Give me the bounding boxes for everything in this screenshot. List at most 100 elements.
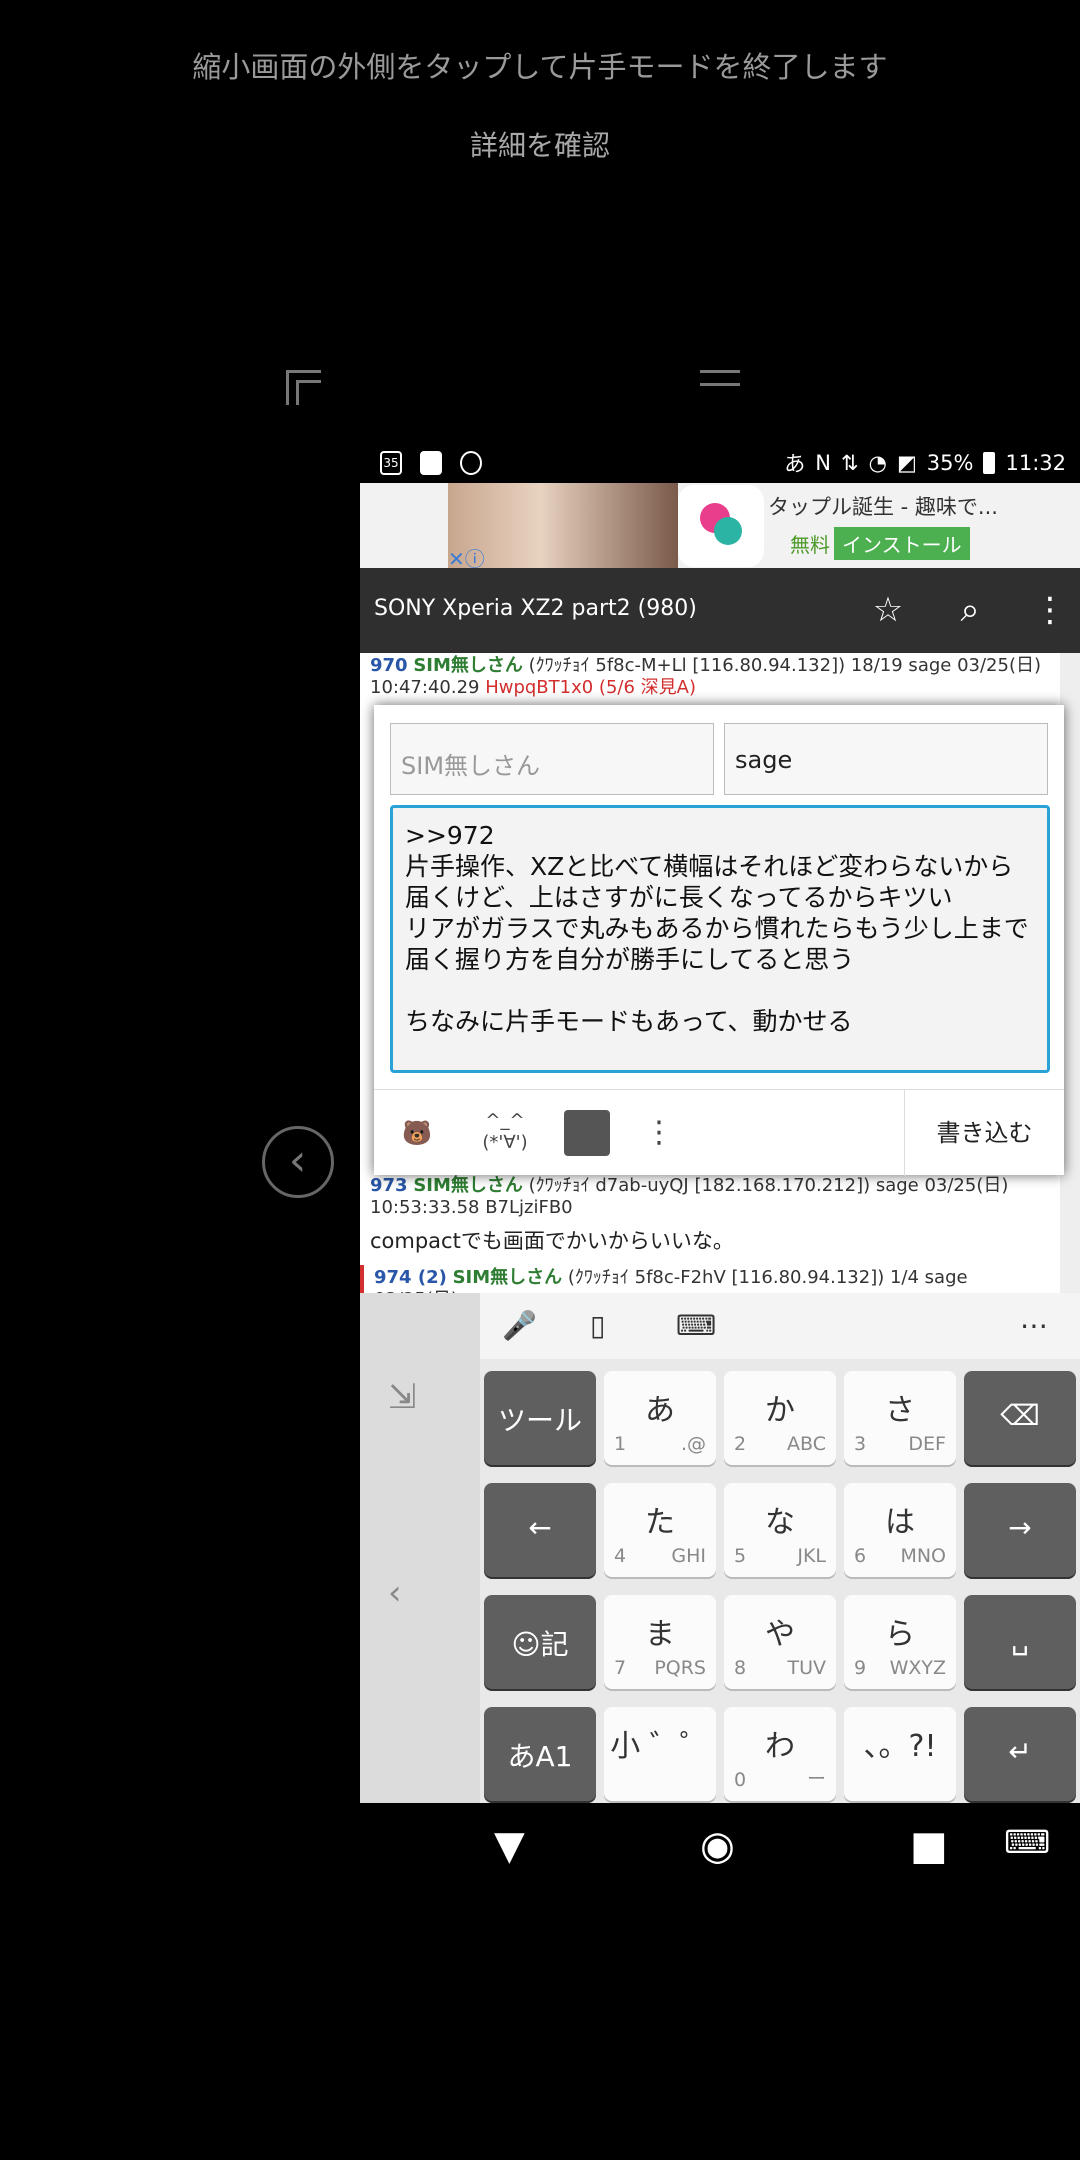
image-attach-icon[interactable]: [564, 1110, 610, 1156]
no-sim-icon: ◩: [896, 451, 917, 475]
one-hand-icon[interactable]: ▯: [590, 1309, 605, 1342]
chevron-left-icon[interactable]: ‹: [388, 1573, 402, 1613]
key-0-2[interactable]: か 2 ABC: [724, 1371, 836, 1465]
key-label: は: [885, 1505, 915, 1540]
key-sub-label: ー: [806, 1768, 826, 1790]
mail-field[interactable]: sage: [724, 723, 1048, 795]
key-2-0[interactable]: ☺記: [484, 1595, 596, 1689]
nav-bar: ▼ ◉ ■ ⌨: [0, 1803, 1080, 1883]
key-3-0[interactable]: あA1: [484, 1707, 596, 1801]
key-0-3[interactable]: さ 3 DEF: [844, 1371, 956, 1465]
key-label: か: [765, 1393, 795, 1428]
mic-icon[interactable]: 🎤: [502, 1309, 537, 1342]
search-icon[interactable]: ⌕: [950, 590, 990, 630]
key-sub-label: 9: [854, 1657, 867, 1679]
key-1-2[interactable]: な 5 JKL: [724, 1483, 836, 1577]
resize-corner-icon[interactable]: [286, 370, 321, 405]
thread-title: SONY Xperia XZ2 part2 (980): [374, 596, 697, 621]
key-sub-label: TUV: [787, 1657, 826, 1679]
key-sub-label: 1: [614, 1433, 627, 1455]
key-label: わ: [765, 1729, 795, 1764]
key-0-4[interactable]: ⌫: [964, 1371, 1076, 1465]
shrunk-screen: 35 あ N ⇅ ◔ ◩ 35% 11:32 タップル誕生 - 趣味で... 無…: [360, 443, 1080, 1803]
post-header: 970 SIM無しさん (ｸﾜｯﾁｮｲ 5f8c-M+Ll [116.80.94…: [370, 655, 1041, 698]
battery-percent: 35%: [926, 451, 974, 475]
key-label: 、。?!: [863, 1729, 937, 1764]
key-3-2[interactable]: わ0 ー: [724, 1707, 836, 1801]
key-1-1[interactable]: た 4 GHI: [604, 1483, 716, 1577]
key-2-1[interactable]: ま 7 PQRS: [604, 1595, 716, 1689]
key-1-4[interactable]: →: [964, 1483, 1076, 1577]
back-icon[interactable]: ▼: [494, 1823, 525, 1869]
key-sub-label: GHI: [671, 1545, 706, 1567]
keyboard-side-panel: ⇲ ‹: [360, 1293, 480, 1803]
one-hand-exit-hint: 縮小画面の外側をタップして片手モードを終了します: [192, 50, 888, 84]
name-field[interactable]: SIM無しさん: [390, 723, 714, 795]
recents-icon[interactable]: ■: [910, 1823, 948, 1869]
keyboard-icon[interactable]: ⌨: [676, 1309, 716, 1342]
key-sub-label: 4: [614, 1545, 627, 1567]
key-label: ツール: [497, 1404, 582, 1437]
home-icon[interactable]: ◉: [700, 1823, 735, 1869]
key-label: ら: [885, 1617, 915, 1652]
key-1-0[interactable]: ←: [484, 1483, 596, 1577]
key-sub-label: 6: [854, 1545, 867, 1567]
key-label: ⌫: [1000, 1399, 1040, 1432]
key-sub-label: DEF: [908, 1433, 946, 1455]
ad-install-button[interactable]: インストール: [834, 527, 970, 560]
compose-dialog: SIM無しさん sage >>972 片手操作、XZと比べて横幅はそれほど変わら…: [374, 705, 1064, 1176]
key-sub-label: WXYZ: [889, 1657, 946, 1679]
more-vert-icon[interactable]: ⋮: [1030, 590, 1070, 630]
key-0-0[interactable]: ツール: [484, 1371, 596, 1465]
key-3-1[interactable]: 小 ゛゜: [604, 1707, 716, 1801]
wifi-icon: ◔: [868, 451, 887, 475]
key-sub-label: 7: [614, 1657, 627, 1679]
compose-toolbar: 🐻 ^_^ (*'∀') ⋮ 書き込む: [374, 1089, 1064, 1176]
bear-icon[interactable]: 🐻: [392, 1110, 442, 1156]
ad-title: タップル誕生 - 趣味で...: [768, 495, 998, 519]
key-2-4[interactable]: ␣: [964, 1595, 1076, 1689]
key-label: 小 ゛゜: [610, 1729, 710, 1764]
more-horiz-icon[interactable]: ⋯: [1020, 1309, 1048, 1342]
key-1-3[interactable]: は 6 MNO: [844, 1483, 956, 1577]
submit-button[interactable]: 書き込む: [904, 1090, 1064, 1176]
key-label: ←: [528, 1511, 552, 1544]
image-icon: [420, 451, 442, 475]
key-2-3[interactable]: ら 9 WXYZ: [844, 1595, 956, 1689]
ad-banner[interactable]: タップル誕生 - 趣味で... 無料 インストール ✕ⓘ: [360, 483, 1080, 571]
ad-app-logo: [678, 485, 764, 567]
lower-posts: 973 SIM無しさん (ｸﾜｯﾁｮｲ d7ab-uyQJ [182.168.1…: [360, 1173, 1060, 1313]
key-sub-label: 5: [734, 1545, 747, 1567]
message-textarea[interactable]: >>972 片手操作、XZと比べて横幅はそれほど変わらないから届くけど、上はさす…: [390, 805, 1050, 1073]
key-label: や: [765, 1617, 795, 1652]
more-vert-icon[interactable]: ⋮: [644, 1110, 674, 1156]
key-label: ま: [645, 1617, 675, 1652]
key-label: ␣: [1011, 1623, 1029, 1656]
key-sub-label: .@: [680, 1433, 706, 1455]
key-label: あA1: [507, 1740, 573, 1773]
battery-icon: [983, 452, 996, 474]
key-2-2[interactable]: や 8 TUV: [724, 1595, 836, 1689]
move-left-icon[interactable]: ‹: [262, 1126, 334, 1198]
key-label: →: [1008, 1511, 1032, 1544]
kaomoji-button[interactable]: ^_^ (*'∀'): [470, 1110, 540, 1156]
keyboard-switch-icon[interactable]: ⌨: [1004, 1823, 1050, 1861]
key-sub-label: JKL: [797, 1545, 826, 1567]
resize-keyboard-icon[interactable]: ⇲: [388, 1377, 417, 1417]
clock: 11:32: [1005, 451, 1066, 475]
calendar-icon: 35: [380, 451, 402, 475]
key-label: な: [765, 1505, 795, 1540]
key-label: ↵: [1008, 1735, 1032, 1768]
app-bar: SONY Xperia XZ2 part2 (980) ☆ ⌕ ⋮: [360, 568, 1080, 653]
drag-handle-icon[interactable]: [700, 370, 740, 386]
key-3-4[interactable]: ↵: [964, 1707, 1076, 1801]
ime-indicator: あ: [784, 452, 806, 476]
ad-price: 無料: [790, 533, 830, 557]
key-sub-label: 3: [854, 1433, 867, 1455]
star-icon[interactable]: ☆: [868, 590, 908, 630]
status-bar: 35 あ N ⇅ ◔ ◩ 35% 11:32: [360, 443, 1080, 483]
key-0-1[interactable]: あ 1 .@: [604, 1371, 716, 1465]
details-link[interactable]: 詳細を確認: [0, 124, 1080, 164]
key-3-3[interactable]: 、。?!: [844, 1707, 956, 1801]
keyboard-toolbar: 🎤 ▯ ⌨ ⋯: [480, 1293, 1080, 1359]
